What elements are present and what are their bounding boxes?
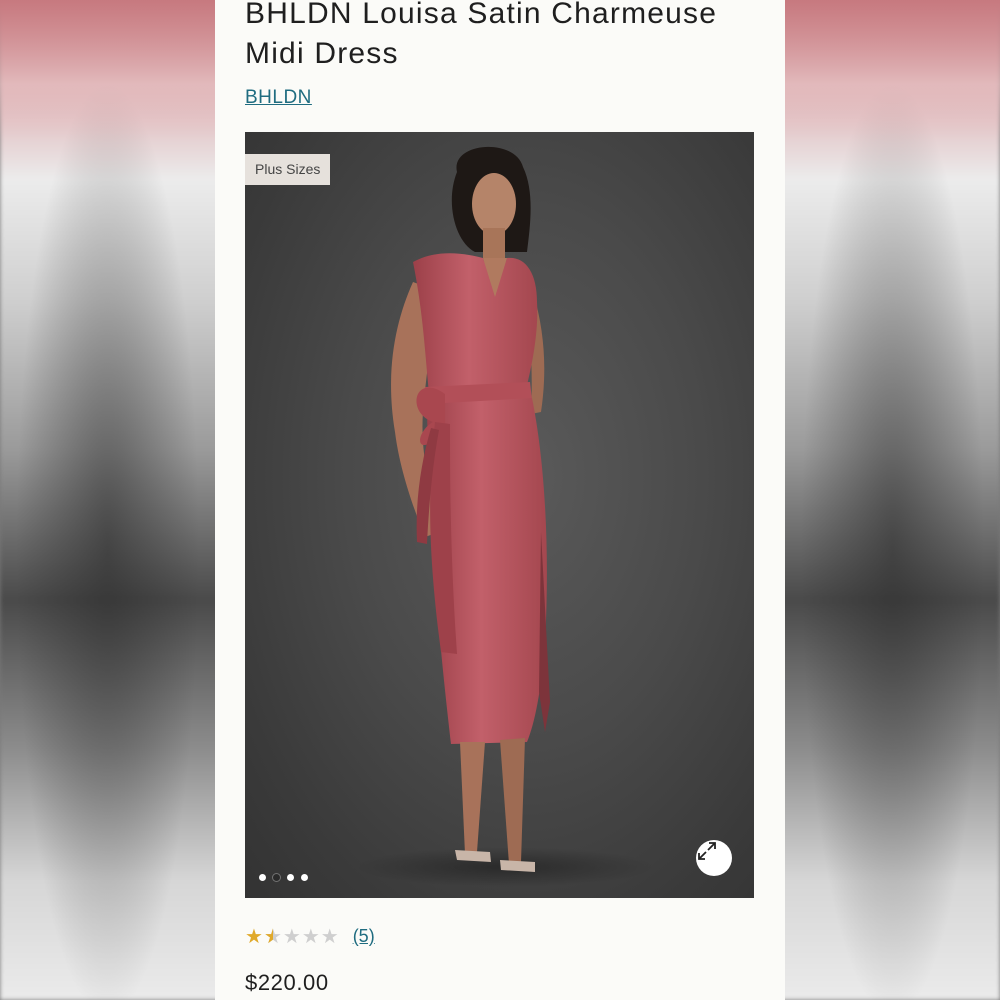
expand-image-button[interactable]	[696, 840, 732, 876]
product-panel: BHLDN Louisa Satin Charmeuse Midi Dress …	[215, 0, 785, 1000]
product-price: $220.00	[245, 970, 329, 995]
brand-link[interactable]: BHLDN	[245, 87, 312, 109]
rating-stars: ★ ★ ★ ★ ★	[245, 927, 339, 947]
carousel-dot-1[interactable]	[259, 874, 266, 881]
carousel-dot-2[interactable]	[273, 874, 280, 881]
backdrop-left	[0, 0, 215, 1000]
star-icon: ★	[264, 927, 282, 947]
review-count-link[interactable]: (5)	[353, 926, 375, 947]
star-icon: ★	[320, 925, 339, 948]
product-title: BHLDN Louisa Satin Charmeuse Midi Dress	[245, 0, 718, 70]
star-icon: ★	[301, 925, 320, 948]
star-icon: ★	[282, 925, 301, 948]
star-icon: ★	[245, 925, 263, 948]
expand-arrows-icon	[698, 842, 716, 860]
backdrop-pink-right	[785, 0, 1000, 140]
product-image[interactable]: Plus Sizes	[245, 132, 754, 898]
plus-sizes-badge: Plus Sizes	[245, 154, 331, 185]
product-photo-illustration	[355, 146, 655, 887]
backdrop-right	[785, 0, 1000, 1000]
product-rating: ★ ★ ★ ★ ★ (5)	[245, 926, 375, 947]
carousel-dot-3[interactable]	[287, 874, 294, 881]
backdrop-pink-left	[0, 0, 215, 140]
carousel-dot-4[interactable]	[301, 874, 308, 881]
image-carousel-dots	[259, 874, 308, 881]
